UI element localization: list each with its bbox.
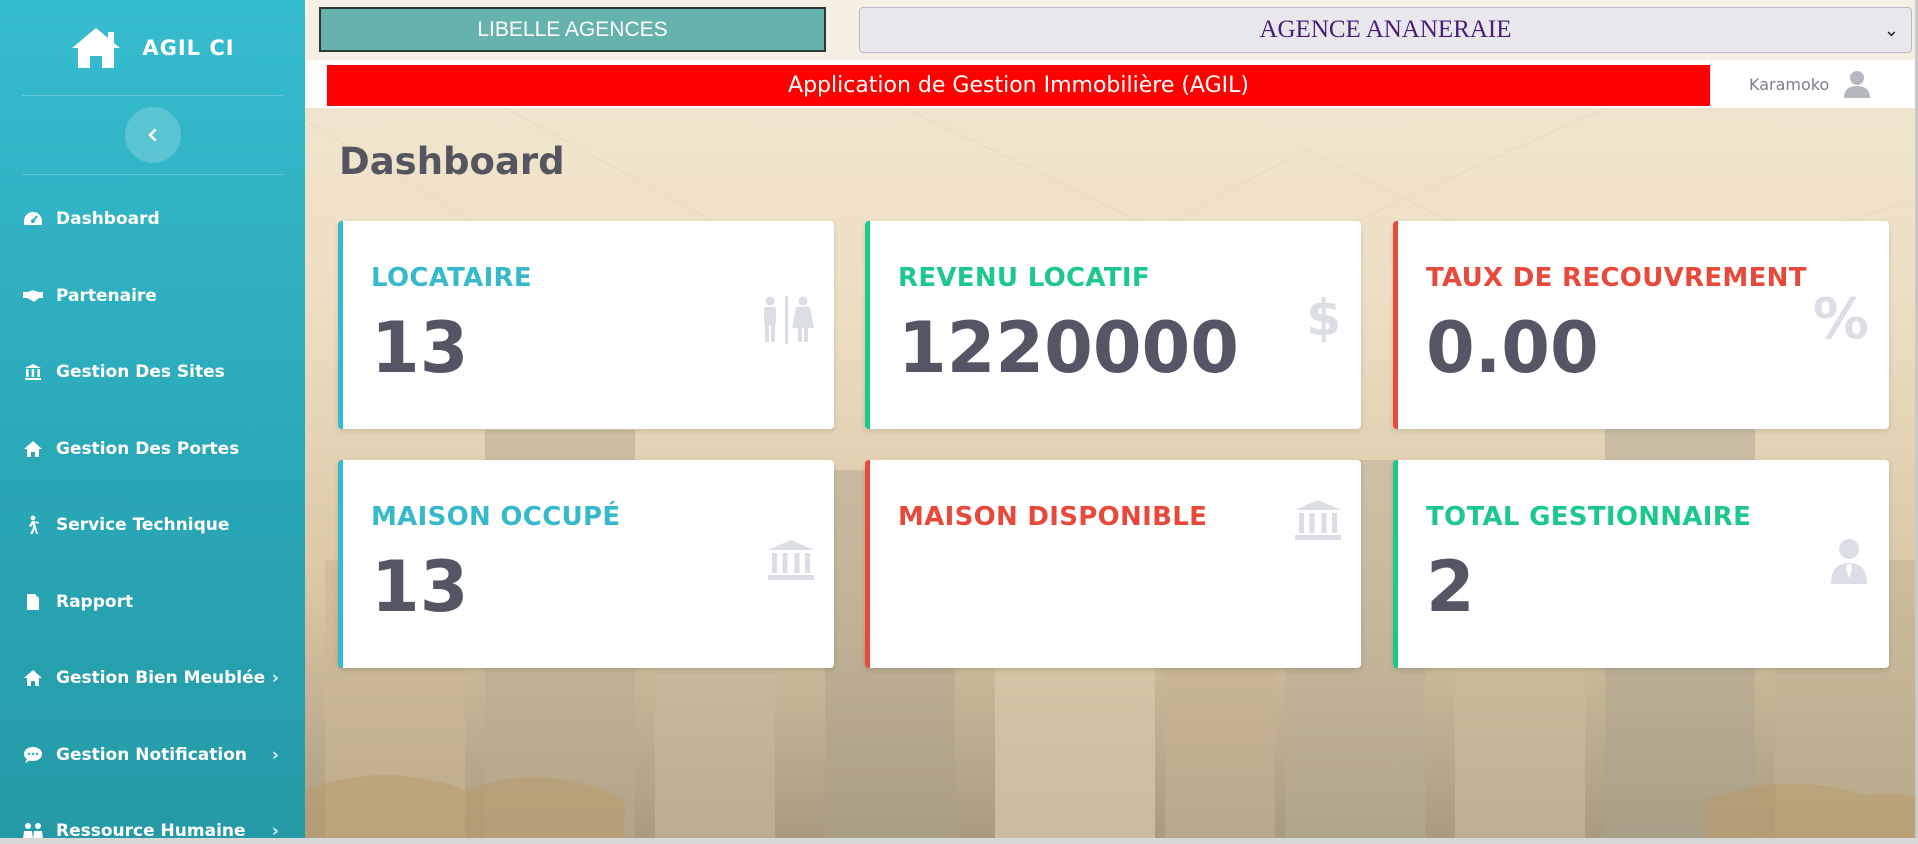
stat-card-label: TAUX DE RECOUVREMENT xyxy=(1426,263,1807,293)
chevron-left-icon xyxy=(147,128,156,142)
home-icon xyxy=(22,669,44,687)
user-name[interactable]: Karamoko xyxy=(1749,60,1829,108)
header-bar: Application de Gestion Immobilière (AGIL… xyxy=(305,60,1918,108)
sidebar-item-partenaire[interactable]: Partenaire xyxy=(0,258,305,335)
top-bar: LIBELLE AGENCES AGENCE ANANERAIE ⌄ xyxy=(305,0,1918,60)
stat-card-label: MAISON OCCUPÉ xyxy=(371,502,621,532)
home-icon xyxy=(22,440,44,458)
sidebar: AGIL CI Dashboard Partenaire Gestion Des… xyxy=(0,0,305,844)
sidebar-item-label: Gestion Notification xyxy=(56,744,248,765)
sidebar-item-rapport[interactable]: Rapport xyxy=(0,564,305,641)
window-bottom-edge xyxy=(0,838,1918,844)
brand[interactable]: AGIL CI xyxy=(0,0,305,95)
sidebar-item-gestion-notification[interactable]: Gestion Notification › xyxy=(0,717,305,794)
comment-icon xyxy=(22,746,44,764)
stat-card-revenu-locatif: REVENU LOCATIF 1220000 $ xyxy=(865,221,1361,429)
topbar-divider xyxy=(1710,60,1711,108)
stat-card-taux-de-recouvrement: TAUX DE RECOUVREMENT 0.00 % xyxy=(1393,221,1889,429)
sidebar-item-label: Gestion Des Sites xyxy=(56,362,225,383)
sidebar-item-gestion-bien-meublee[interactable]: Gestion Bien Meublée › xyxy=(0,640,305,717)
person-walking-icon xyxy=(22,515,44,535)
sidebar-item-gestion-des-sites[interactable]: Gestion Des Sites xyxy=(0,334,305,411)
bank-icon xyxy=(1295,500,1341,540)
sidebar-item-label: Gestion Des Portes xyxy=(56,438,240,459)
stat-card-value: 2 xyxy=(1426,546,1475,628)
bank-icon xyxy=(768,540,814,580)
sidebar-divider xyxy=(22,174,283,175)
restroom-icon xyxy=(764,296,814,344)
stat-card-label: REVENU LOCATIF xyxy=(898,263,1150,293)
sidebar-item-label: Rapport xyxy=(56,591,134,612)
agence-select[interactable]: AGENCE ANANERAIE ⌄ xyxy=(859,7,1912,53)
gauge-icon xyxy=(22,211,44,227)
stat-card-value: 1220000 xyxy=(898,307,1239,389)
sidebar-item-dashboard[interactable]: Dashboard xyxy=(0,181,305,258)
stat-card-value: 13 xyxy=(371,546,469,628)
stat-card-maison-occupe: MAISON OCCUPÉ 13 xyxy=(338,460,834,668)
stat-card-value: 13 xyxy=(371,307,469,389)
home-logo-icon xyxy=(72,27,121,68)
sidebar-item-service-technique[interactable]: Service Technique xyxy=(0,487,305,564)
libelle-agences-button[interactable]: LIBELLE AGENCES xyxy=(319,7,826,52)
sidebar-item-gestion-des-portes[interactable]: Gestion Des Portes xyxy=(0,411,305,488)
stat-card-label: LOCATAIRE xyxy=(371,263,532,293)
page-title: Dashboard xyxy=(339,140,565,183)
stat-card-label: MAISON DISPONIBLE xyxy=(898,502,1208,532)
sidebar-item-label: Gestion Bien Meublée xyxy=(56,668,266,689)
bank-icon xyxy=(22,363,44,381)
main-content: LIBELLE AGENCES AGENCE ANANERAIE ⌄ Appli… xyxy=(305,0,1918,844)
dollar-icon: $ xyxy=(1306,289,1341,347)
sidebar-item-label: Service Technique xyxy=(56,515,230,536)
chevron-right-icon: › xyxy=(271,667,279,689)
percent-icon: % xyxy=(1812,287,1869,352)
handshake-icon xyxy=(22,288,44,304)
sidebar-item-label: Partenaire xyxy=(56,285,157,306)
sidebar-item-ressource-humaine[interactable]: Ressource Humaine › xyxy=(0,793,305,844)
sidebar-nav: Dashboard Partenaire Gestion Des Sites G… xyxy=(0,181,305,844)
user-avatar-icon[interactable] xyxy=(1841,68,1873,100)
stat-card-label: TOTAL GESTIONNAIRE xyxy=(1426,502,1752,532)
stat-card-value: 0.00 xyxy=(1426,307,1599,389)
stat-card-locataire: LOCATAIRE 13 xyxy=(338,221,834,429)
chevron-right-icon: › xyxy=(271,744,279,766)
chevron-down-icon: ⌄ xyxy=(1883,20,1899,40)
sidebar-item-label: Dashboard xyxy=(56,209,160,230)
stat-card-maison-disponible: MAISON DISPONIBLE xyxy=(865,460,1361,668)
brand-name: AGIL CI xyxy=(142,35,235,60)
agence-select-value: AGENCE ANANERAIE xyxy=(1259,16,1512,43)
file-icon xyxy=(22,593,44,611)
user-tie-icon xyxy=(1831,539,1867,584)
stat-card-total-gestionnaire: TOTAL GESTIONNAIRE 2 xyxy=(1393,460,1889,668)
sidebar-toggle-button[interactable] xyxy=(124,107,181,163)
app-title-banner: Application de Gestion Immobilière (AGIL… xyxy=(327,65,1710,106)
